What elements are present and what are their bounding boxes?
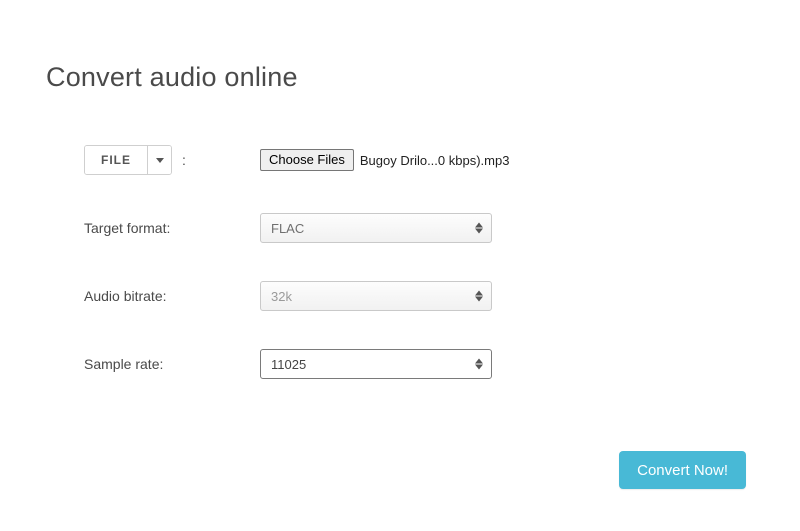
audio-bitrate-select[interactable]: 32k	[260, 281, 492, 311]
updown-icon	[475, 223, 483, 234]
file-button[interactable]: FILE	[85, 146, 147, 174]
caret-down-icon	[156, 158, 164, 163]
target-format-label: Target format:	[84, 220, 260, 236]
updown-icon	[475, 291, 483, 302]
file-source-split-button[interactable]: FILE	[84, 145, 172, 175]
file-dropdown-caret[interactable]	[147, 146, 171, 174]
convert-now-button[interactable]: Convert Now!	[619, 451, 746, 489]
sample-rate-value: 11025	[271, 357, 306, 372]
target-format-select[interactable]: FLAC	[260, 213, 492, 243]
target-format-value: FLAC	[271, 221, 304, 236]
target-format-row: Target format: FLAC	[84, 213, 800, 243]
selected-filename: Bugoy Drilo...0 kbps).mp3	[360, 153, 510, 168]
audio-bitrate-row: Audio bitrate: 32k	[84, 281, 800, 311]
file-row: FILE : Choose Files Bugoy Drilo...0 kbps…	[84, 145, 800, 175]
sample-rate-select[interactable]: 11025	[260, 349, 492, 379]
audio-bitrate-label: Audio bitrate:	[84, 288, 260, 304]
form-area: FILE : Choose Files Bugoy Drilo...0 kbps…	[0, 93, 800, 379]
choose-files-button[interactable]: Choose Files	[260, 149, 354, 171]
file-colon: :	[182, 152, 186, 168]
updown-icon	[475, 359, 483, 370]
sample-rate-row: Sample rate: 11025	[84, 349, 800, 379]
page-title: Convert audio online	[0, 0, 800, 93]
file-input-wrapper: Choose Files Bugoy Drilo...0 kbps).mp3	[260, 149, 509, 171]
audio-bitrate-value: 32k	[271, 289, 292, 304]
sample-rate-label: Sample rate:	[84, 356, 260, 372]
